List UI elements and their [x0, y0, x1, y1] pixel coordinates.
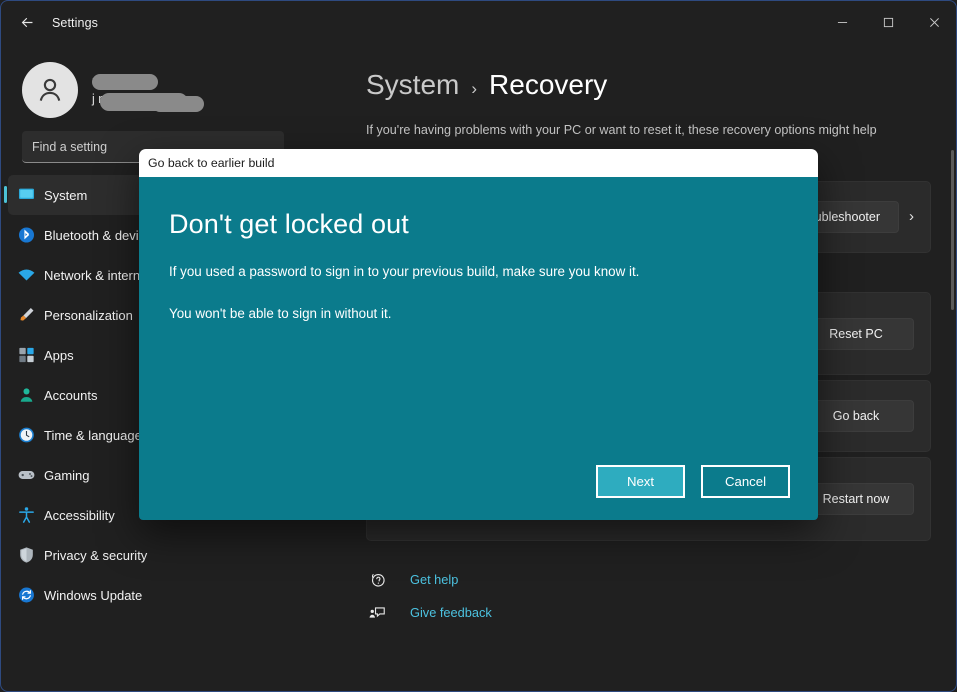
dialog-titlebar: Go back to earlier build [139, 149, 818, 177]
get-help-link[interactable]: Get help [366, 563, 931, 596]
wifi-icon [16, 265, 37, 286]
gamepad-icon [16, 465, 37, 486]
sidebar-item-label: Apps [44, 347, 74, 363]
go-back-dialog: Go back to earlier build Don't get locke… [139, 149, 818, 520]
sidebar-item-label: Time & language [44, 427, 142, 443]
dialog-paragraph-1: If you used a password to sign in to you… [169, 264, 640, 279]
footer-link-label: Get help [410, 571, 459, 587]
bluetooth-icon-glyph [18, 227, 35, 243]
wifi-icon-glyph [18, 269, 35, 281]
shield-icon [16, 545, 37, 566]
footer-links: Get help Give feedback [366, 563, 931, 629]
window-title: Settings [52, 15, 98, 30]
sidebar-item-label: Gaming [44, 467, 90, 483]
redaction-block [152, 95, 204, 112]
settings-window: Settings n G j n@gmail.com [0, 0, 957, 692]
sidebar-item-windows-update[interactable]: Windows Update [8, 575, 312, 615]
clock-icon [16, 425, 37, 446]
redaction-block [92, 73, 158, 90]
sidebar-item-label: Accessibility [44, 507, 115, 523]
sidebar-item-label: Personalization [44, 307, 133, 323]
minimize-icon [837, 22, 847, 23]
accessibility-icon-glyph [19, 507, 34, 523]
paintbrush-icon [16, 305, 37, 326]
person-icon-glyph [20, 388, 33, 402]
dialog-actions: Next Cancel [596, 465, 790, 498]
main-scrollbar[interactable] [949, 150, 955, 480]
dialog-next-button[interactable]: Next [596, 465, 685, 498]
give-feedback-link[interactable]: Give feedback [366, 596, 931, 629]
feedback-icon [366, 603, 388, 622]
shield-icon-glyph [20, 547, 33, 563]
apps-grid-icon-glyph [19, 347, 34, 363]
sidebar-item-label: Windows Update [44, 587, 143, 603]
chevron-right-icon: › [471, 79, 478, 98]
monitor-icon [16, 185, 37, 206]
person-avatar-icon [39, 78, 61, 101]
paintbrush-icon-glyph [20, 308, 34, 321]
gamepad-icon-glyph [18, 471, 35, 479]
dialog-heading: Don't get locked out [169, 209, 409, 239]
bluetooth-icon [16, 225, 37, 246]
apps-grid-icon [16, 345, 37, 366]
accessibility-icon [16, 505, 37, 526]
dialog-paragraph-2: You won't be able to sign in without it. [169, 306, 392, 322]
dialog-cancel-button[interactable]: Cancel [701, 465, 790, 498]
profile-section[interactable]: n G j n@gmail.com [0, 45, 320, 123]
chevron-right-icon: › [909, 208, 914, 226]
back-arrow-icon [21, 17, 32, 28]
scrollbar-thumb[interactable] [951, 150, 954, 310]
sidebar-item-label: System [44, 187, 88, 203]
back-button[interactable] [10, 8, 44, 38]
sidebar-item-privacy-security[interactable]: Privacy & security [8, 535, 312, 575]
help-question-icon [366, 570, 388, 589]
update-refresh-icon-glyph [19, 587, 34, 603]
breadcrumb-root[interactable]: System [366, 69, 459, 101]
person-icon [16, 385, 37, 406]
breadcrumb: System › Recovery [366, 69, 931, 101]
sidebar-item-label: Privacy & security [44, 547, 148, 563]
avatar [22, 62, 78, 118]
update-refresh-icon [16, 585, 37, 606]
dialog-title: Go back to earlier build [148, 156, 275, 170]
profile-text: n G j n@gmail.com [92, 72, 204, 112]
dialog-body: Don't get locked out If you used a passw… [139, 177, 818, 520]
page-title: Recovery [489, 69, 608, 100]
maximize-button[interactable] [865, 0, 911, 45]
window-controls [819, 0, 957, 45]
page-description: If you're having problems with your PC o… [366, 123, 877, 137]
minimize-button[interactable] [819, 0, 865, 45]
close-icon [929, 18, 939, 27]
sidebar-item-label: Network & internet [44, 267, 151, 283]
footer-link-label: Give feedback [410, 604, 492, 620]
close-button[interactable] [911, 0, 957, 45]
monitor-icon-glyph [18, 188, 35, 199]
sidebar-item-label: Accounts [44, 387, 98, 403]
maximize-icon [883, 17, 893, 28]
clock-icon-glyph [19, 427, 34, 443]
window-titlebar: Settings [0, 0, 957, 45]
